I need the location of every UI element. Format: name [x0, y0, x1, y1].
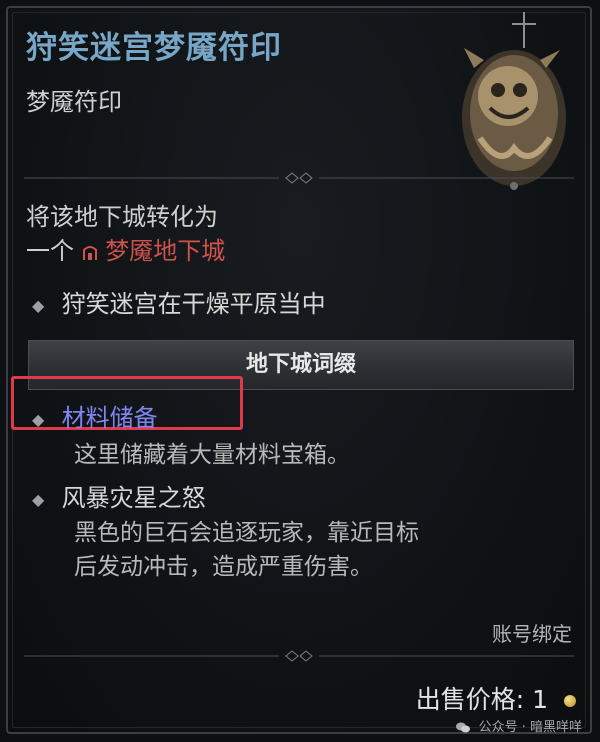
gold-coin-icon	[564, 695, 576, 707]
sell-price-value: 1	[532, 685, 549, 714]
item-title: 狩笑迷宫梦魇符印	[26, 30, 282, 66]
sell-price-label: 出售价格:	[415, 685, 525, 714]
item-type: 梦魇符印	[26, 88, 122, 116]
affix-name: 材料储备	[61, 404, 158, 432]
affix-name: 风暴灾星之怒	[61, 484, 206, 512]
watermark-text: 公众号 · 暗黑咩咩	[478, 720, 582, 735]
diamond-bullet-icon: ◆	[32, 409, 45, 429]
diamond-bullet-icon: ◆	[32, 295, 45, 315]
description-line: 将该地下城转化为	[26, 203, 218, 231]
affix-description-line: 这里储藏着大量材料宝箱。	[74, 442, 350, 468]
divider	[24, 650, 574, 662]
affix-item: ◆ 材料储备	[32, 398, 158, 433]
diamond-bullet-icon: ◆	[32, 489, 45, 509]
dungeon-gate-icon	[82, 246, 97, 260]
affix-description: 黑色的巨石会追逐玩家，靠近目标 后发动冲击，造成严重伤害。	[74, 516, 419, 584]
affix-item: ◆ 风暴灾星之怒	[32, 478, 206, 513]
nightmare-dungeon-label: 梦魇地下城	[105, 237, 226, 265]
divider	[24, 172, 574, 184]
item-description: 将该地下城转化为 一个 梦魇地下城	[26, 200, 225, 268]
watermark: 公众号 · 暗黑咩咩	[456, 716, 582, 735]
location-row: ◆ 狩笑迷宫在干燥平原当中	[32, 284, 326, 319]
account-bound-label: 账号绑定	[492, 622, 572, 646]
affix-description-line: 后发动冲击，造成严重伤害。	[74, 554, 373, 580]
description-prefix: 一个	[26, 237, 74, 265]
affix-description: 这里储藏着大量材料宝箱。	[74, 438, 350, 472]
affix-description-line: 黑色的巨石会追逐玩家，靠近目标	[74, 520, 419, 546]
description-line: 一个 梦魇地下城	[26, 234, 225, 268]
location-text: 狩笑迷宫在干燥平原当中	[61, 290, 326, 318]
wechat-icon	[456, 722, 471, 733]
nightmare-sigil-icon	[462, 12, 566, 190]
sell-price: 出售价格: 1	[416, 680, 576, 716]
